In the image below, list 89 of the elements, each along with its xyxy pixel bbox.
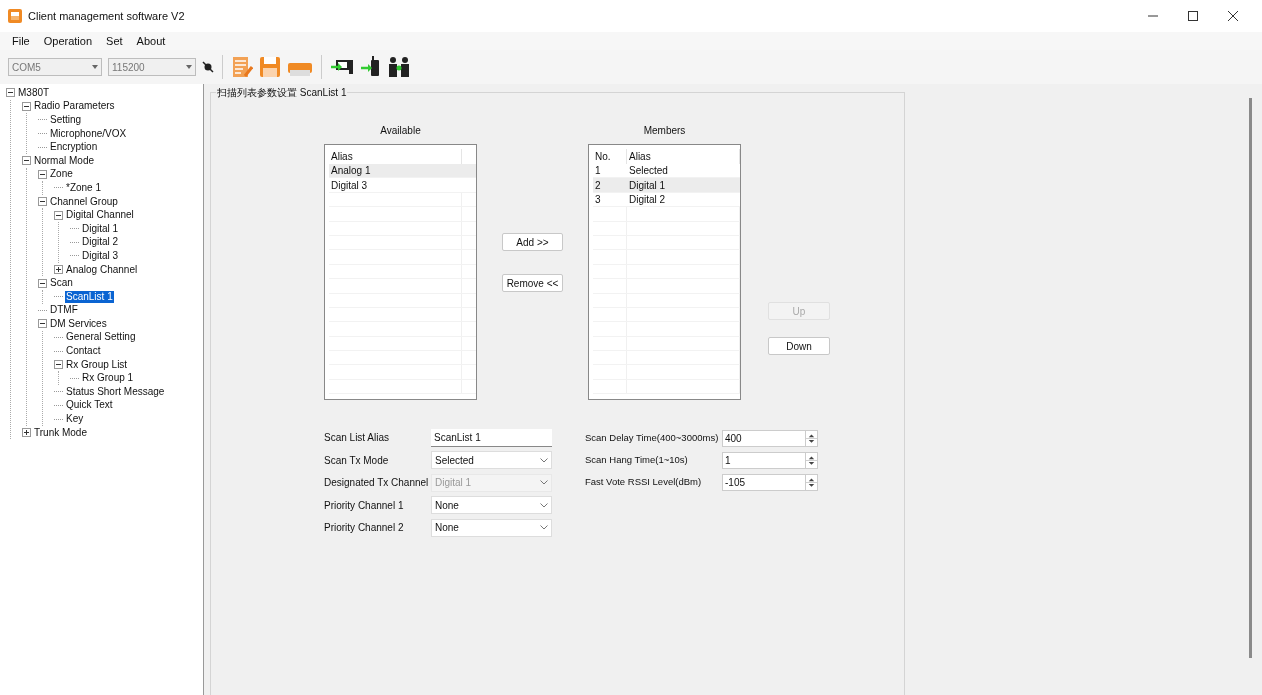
button[interactable]: Remove << xyxy=(502,274,563,292)
tree-item[interactable]: Digital 3 xyxy=(81,249,120,262)
spin-field[interactable]: -105 xyxy=(722,473,818,491)
caret-icon xyxy=(186,65,192,69)
window-title: Client management software V2 xyxy=(28,8,185,24)
tree-item[interactable]: Analog Channel xyxy=(65,263,139,276)
menu-item[interactable]: Operation xyxy=(43,32,93,50)
tree-item[interactable]: Digital Channel xyxy=(65,209,135,222)
scrollbar[interactable] xyxy=(1249,98,1252,658)
tree-item[interactable]: General Setting xyxy=(65,331,137,344)
field-label: Scan Tx Mode xyxy=(324,453,390,468)
list-row[interactable]: Digital 3 xyxy=(329,178,476,193)
menu-item[interactable]: Set xyxy=(106,32,123,50)
tree-item[interactable]: Quick Text xyxy=(65,399,114,412)
menu-item[interactable]: File xyxy=(12,32,30,50)
column-header[interactable]: Alias xyxy=(627,149,740,164)
dropdown[interactable]: Selected xyxy=(431,451,552,469)
tree-item[interactable]: Microphone/VOX xyxy=(49,127,128,140)
tree-item[interactable]: ScanList 1 xyxy=(65,290,114,303)
group-title: 扫描列表参数设置 ScanList 1 xyxy=(216,85,348,100)
tree-item[interactable]: *Zone 1 xyxy=(65,181,103,194)
tree-item[interactable]: Status Short Message xyxy=(65,385,166,398)
baud-dropdown[interactable]: 115200 xyxy=(108,58,196,76)
column-header[interactable]: No. xyxy=(593,149,627,164)
document-edit-icon[interactable] xyxy=(231,56,253,78)
tree-item[interactable]: Normal Mode xyxy=(33,154,96,167)
field-label: Scan Hang Time(1~10s) xyxy=(585,452,689,467)
tree-item[interactable]: DM Services xyxy=(49,317,108,330)
caret-icon xyxy=(540,457,548,463)
port-dropdown[interactable]: COM5 xyxy=(8,58,102,76)
two-people-icon[interactable] xyxy=(388,56,410,78)
field-label: Fast Vote RSSI Level(dBm) xyxy=(585,474,703,489)
caret-icon xyxy=(540,502,548,508)
tree-item[interactable]: Encryption xyxy=(49,141,99,154)
text-field[interactable]: ScanList 1 xyxy=(431,428,552,447)
field-label: Scan List Alias xyxy=(324,431,391,445)
spin-arrows-icon[interactable] xyxy=(805,430,817,446)
tree-item[interactable]: Channel Group xyxy=(49,195,119,208)
list-row[interactable]: Analog 1 xyxy=(329,164,476,179)
tree-item[interactable]: Scan xyxy=(49,277,74,290)
tree-item[interactable]: Trunk Mode xyxy=(33,426,88,439)
spin-field[interactable]: 1 xyxy=(722,451,818,469)
dropdown[interactable]: None xyxy=(431,496,552,514)
collapse-icon[interactable] xyxy=(38,169,47,179)
computer-arrow-icon[interactable] xyxy=(330,57,354,77)
collapse-icon[interactable] xyxy=(54,210,63,220)
tree-item[interactable]: Rx Group 1 xyxy=(81,372,135,385)
caret-icon xyxy=(540,525,548,530)
tree-item[interactable]: Contact xyxy=(65,345,102,358)
caret-icon xyxy=(540,480,548,485)
menu-item[interactable]: About xyxy=(136,32,166,50)
button[interactable]: Down xyxy=(768,337,830,355)
spin-arrows-icon[interactable] xyxy=(805,452,817,468)
app-icon xyxy=(8,9,22,23)
collapse-icon[interactable] xyxy=(22,156,31,166)
close-icon[interactable] xyxy=(1228,11,1238,21)
spin-field[interactable]: 400 xyxy=(722,429,818,447)
field-label: Priority Channel 2 xyxy=(324,521,405,535)
maximize-icon[interactable] xyxy=(1188,11,1198,21)
list-heading: Available xyxy=(380,124,421,135)
plug-icon[interactable] xyxy=(202,61,214,73)
tree-item[interactable]: Digital 2 xyxy=(81,236,120,249)
collapse-icon[interactable] xyxy=(6,88,15,98)
tree-item[interactable]: Zone xyxy=(49,168,74,181)
field-label: Priority Channel 1 xyxy=(324,498,405,513)
field-label: Scan Delay Time(400~3000ms) xyxy=(585,430,720,445)
list-row[interactable]: 2 Digital 1 xyxy=(593,178,740,193)
collapse-icon[interactable] xyxy=(38,278,47,288)
expand-icon[interactable] xyxy=(22,428,31,438)
collapse-icon[interactable] xyxy=(22,101,31,111)
tree-item[interactable]: Radio Parameters xyxy=(33,100,116,113)
radio-arrow-icon[interactable] xyxy=(360,56,382,78)
caret-icon xyxy=(92,65,98,69)
tree-item[interactable]: M380T xyxy=(17,86,51,99)
tree-item[interactable]: Rx Group List xyxy=(65,358,129,371)
button[interactable]: Add >> xyxy=(502,233,563,251)
tree-item[interactable]: Setting xyxy=(49,114,83,126)
dropdown[interactable]: None xyxy=(431,518,552,537)
tree-item[interactable]: Digital 1 xyxy=(81,222,120,235)
collapse-icon[interactable] xyxy=(54,360,63,370)
list-row[interactable]: 3 Digital 2 xyxy=(593,192,740,208)
expand-icon[interactable] xyxy=(54,265,63,274)
tree-item[interactable]: DTMF xyxy=(49,304,79,317)
collapse-icon[interactable] xyxy=(38,197,47,207)
list-heading: Members xyxy=(643,124,686,135)
collapse-icon[interactable] xyxy=(38,319,47,329)
field-label: Designated Tx Channel xyxy=(324,476,430,490)
spin-arrows-icon[interactable] xyxy=(805,474,817,490)
tree-item[interactable]: Key xyxy=(65,413,85,426)
